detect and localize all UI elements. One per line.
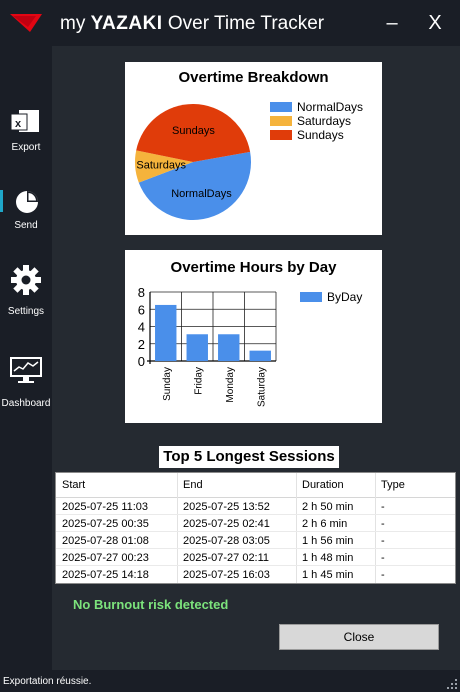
column-divider bbox=[177, 473, 178, 583]
excel-export-icon: x bbox=[11, 110, 39, 132]
status-bar: Exportation réussie. bbox=[0, 670, 460, 692]
cell-type: - bbox=[381, 569, 385, 581]
overtime-hours-chart: Overtime Hours by Day 8 6 4 2 0 Sunday Friday M… bbox=[125, 250, 382, 423]
bar-friday bbox=[186, 334, 208, 361]
cell-duration: 1 h 45 min bbox=[302, 569, 354, 581]
legend-label: Sundays bbox=[297, 128, 344, 142]
column-header-start[interactable]: Start bbox=[62, 479, 85, 491]
minimize-button[interactable]: – bbox=[378, 10, 406, 36]
x-tick-label: Saturday bbox=[256, 367, 267, 407]
x-tick-label: Monday bbox=[225, 367, 236, 403]
row-divider bbox=[56, 565, 455, 566]
sessions-title: Top 5 Longest Sessions bbox=[159, 446, 339, 468]
close-window-button[interactable]: X bbox=[421, 10, 449, 36]
pie-slice-label: NormalDays bbox=[171, 188, 232, 200]
legend-label: ByDay bbox=[327, 290, 363, 304]
sidebar-item-export[interactable]: x Export bbox=[0, 108, 52, 156]
cell-type: - bbox=[381, 552, 385, 564]
x-tick-label: Friday bbox=[193, 367, 204, 395]
legend-swatch bbox=[300, 292, 322, 302]
bar-saturday bbox=[249, 350, 271, 361]
cell-start: 2025-07-28 01:08 bbox=[62, 535, 149, 547]
y-tick-label: 0 bbox=[138, 354, 145, 369]
cell-duration: 1 h 48 min bbox=[302, 552, 354, 564]
sidebar-item-settings[interactable]: Settings bbox=[0, 264, 52, 320]
title-prefix: my bbox=[60, 13, 86, 34]
column-divider bbox=[296, 473, 297, 583]
cell-type: - bbox=[381, 518, 385, 530]
cell-type: - bbox=[381, 501, 385, 513]
cell-duration: 2 h 6 min bbox=[302, 518, 348, 530]
cell-end: 2025-07-27 02:11 bbox=[183, 552, 270, 564]
y-tick-label: 8 bbox=[138, 285, 145, 300]
gear-icon bbox=[11, 265, 41, 295]
overtime-breakdown-chart: Overtime Breakdown NormalDays Saturdays Su… bbox=[125, 62, 382, 235]
cell-end: 2025-07-25 13:52 bbox=[183, 501, 270, 513]
cell-end: 2025-07-25 16:03 bbox=[183, 569, 270, 581]
column-header-duration[interactable]: Duration bbox=[302, 479, 344, 491]
pie-slice-label: Saturdays bbox=[136, 160, 186, 172]
column-header-type[interactable]: Type bbox=[381, 479, 405, 491]
column-divider bbox=[375, 473, 376, 583]
y-tick-label: 6 bbox=[138, 302, 145, 317]
sidebar-item-label: Settings bbox=[7, 306, 45, 317]
legend-swatch bbox=[270, 130, 292, 140]
bar-sunday bbox=[155, 304, 177, 361]
burnout-status-text: No Burnout risk detected bbox=[73, 597, 229, 612]
close-button[interactable]: Close bbox=[279, 624, 439, 650]
y-tick-label: 4 bbox=[138, 320, 145, 335]
table-header: Start End Duration Type bbox=[56, 473, 455, 498]
sidebar: x Export Send Settings Dashboard bbox=[0, 46, 52, 670]
resize-grip-icon[interactable] bbox=[446, 678, 458, 690]
x-tick-label: Sunday bbox=[162, 367, 173, 401]
legend-swatch bbox=[270, 102, 292, 112]
cell-duration: 2 h 50 min bbox=[302, 501, 354, 513]
cell-start: 2025-07-27 00:23 bbox=[62, 552, 149, 564]
y-tick-label: 2 bbox=[138, 337, 145, 352]
sidebar-item-send[interactable]: Send bbox=[0, 186, 52, 234]
bar-monday bbox=[218, 334, 240, 361]
title-bar: my YAZAKI Over Time Tracker – X bbox=[0, 0, 460, 46]
cell-end: 2025-07-28 03:05 bbox=[183, 535, 270, 547]
title-brand: YAZAKI bbox=[90, 13, 163, 34]
cell-start: 2025-07-25 00:35 bbox=[62, 518, 149, 530]
legend-label: Saturdays bbox=[297, 114, 352, 128]
dashboard-monitor-icon bbox=[10, 357, 42, 383]
legend-swatch bbox=[270, 116, 292, 126]
column-header-end[interactable]: End bbox=[183, 479, 203, 491]
sessions-table[interactable]: Start End Duration Type 2025-07-25 11:03… bbox=[55, 472, 456, 584]
svg-text:x: x bbox=[15, 118, 22, 130]
legend-label: NormalDays bbox=[297, 100, 364, 114]
row-divider bbox=[56, 548, 455, 549]
window-title: my YAZAKI Over Time Tracker bbox=[60, 13, 324, 35]
pie-plot: NormalDays Saturdays Sundays bbox=[135, 104, 251, 220]
title-suffix: Over Time Tracker bbox=[167, 13, 325, 34]
cell-end: 2025-07-25 02:41 bbox=[183, 518, 270, 530]
row-divider bbox=[56, 531, 455, 532]
sidebar-item-label: Send bbox=[14, 220, 38, 231]
sidebar-item-label: Dashboard bbox=[1, 398, 51, 409]
row-divider bbox=[56, 514, 455, 515]
cell-duration: 1 h 56 min bbox=[302, 535, 354, 547]
sidebar-item-label: Export bbox=[11, 142, 41, 153]
bar-plot: 8 6 4 2 0 Sunday Friday Monday Saturday bbox=[138, 285, 277, 407]
cell-start: 2025-07-25 11:03 bbox=[62, 501, 149, 513]
pie-slice-label: Sundays bbox=[172, 125, 215, 137]
cell-start: 2025-07-25 14:18 bbox=[62, 569, 149, 581]
sidebar-item-dashboard[interactable]: Dashboard bbox=[0, 356, 52, 410]
yazaki-logo-icon bbox=[10, 14, 42, 32]
pie-chart-icon bbox=[16, 191, 38, 213]
cell-type: - bbox=[381, 535, 385, 547]
status-bar-text: Exportation réussie. bbox=[3, 676, 92, 687]
